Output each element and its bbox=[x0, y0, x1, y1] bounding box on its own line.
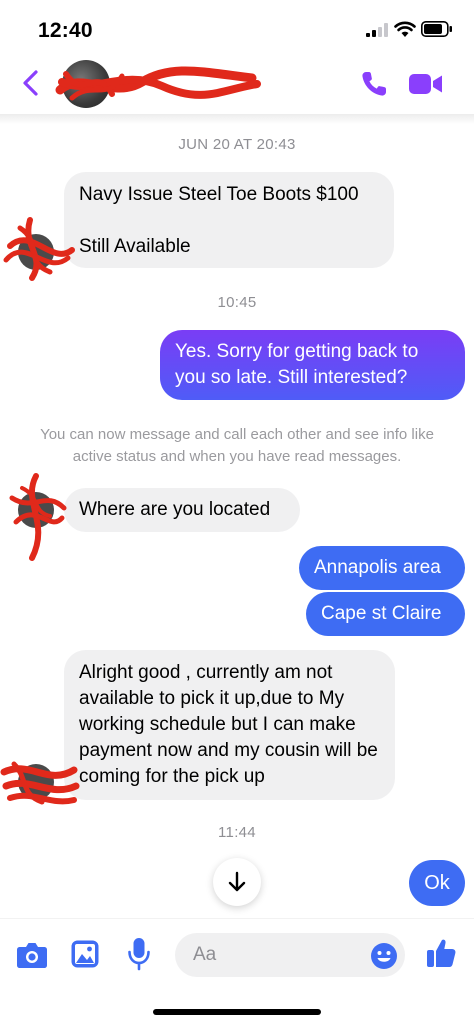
video-camera-icon[interactable] bbox=[409, 72, 443, 96]
thumbs-up-icon[interactable] bbox=[425, 937, 457, 969]
status-time: 12:40 bbox=[38, 19, 93, 42]
home-indicator bbox=[153, 1009, 321, 1015]
redacted-contact-name[interactable] bbox=[52, 60, 262, 106]
outgoing-message[interactable]: Yes. Sorry for getting back to you so la… bbox=[160, 330, 465, 400]
chevron-left-icon[interactable] bbox=[18, 68, 44, 98]
outgoing-message[interactable]: Ok bbox=[409, 860, 465, 906]
conversation-header bbox=[0, 56, 474, 116]
image-icon[interactable] bbox=[70, 939, 100, 969]
camera-icon[interactable] bbox=[16, 941, 48, 969]
wifi-icon bbox=[394, 21, 416, 37]
header-divider bbox=[0, 114, 474, 124]
incoming-message[interactable]: Where are you located bbox=[64, 488, 300, 532]
message-input[interactable] bbox=[193, 933, 343, 977]
emoji-icon[interactable] bbox=[370, 942, 398, 970]
arrow-down-icon bbox=[228, 871, 246, 892]
redacted-avatar bbox=[0, 761, 80, 805]
microphone-icon[interactable] bbox=[127, 937, 151, 971]
cellular-signal-icon bbox=[366, 23, 388, 37]
timestamp: 11:44 bbox=[218, 824, 256, 841]
message-input-container[interactable] bbox=[175, 933, 405, 977]
incoming-message[interactable]: Alright good , currently am not availabl… bbox=[64, 650, 395, 800]
timestamp: JUN 20 AT 20:43 bbox=[178, 136, 296, 153]
scroll-to-bottom-button[interactable] bbox=[213, 858, 261, 906]
status-bar: 12:40 bbox=[0, 0, 474, 56]
redacted-avatar bbox=[9, 473, 67, 561]
incoming-message[interactable]: Navy Issue Steel Toe Boots $100 Still Av… bbox=[64, 172, 394, 268]
timestamp: 10:45 bbox=[217, 294, 257, 311]
outgoing-message[interactable]: Annapolis area bbox=[299, 546, 465, 590]
outgoing-message[interactable]: Cape st Claire bbox=[306, 592, 465, 636]
phone-icon[interactable] bbox=[360, 70, 388, 98]
redacted-avatar bbox=[3, 217, 75, 281]
battery-icon bbox=[421, 21, 452, 37]
info-notice: You can now message and call each other … bbox=[40, 426, 434, 465]
